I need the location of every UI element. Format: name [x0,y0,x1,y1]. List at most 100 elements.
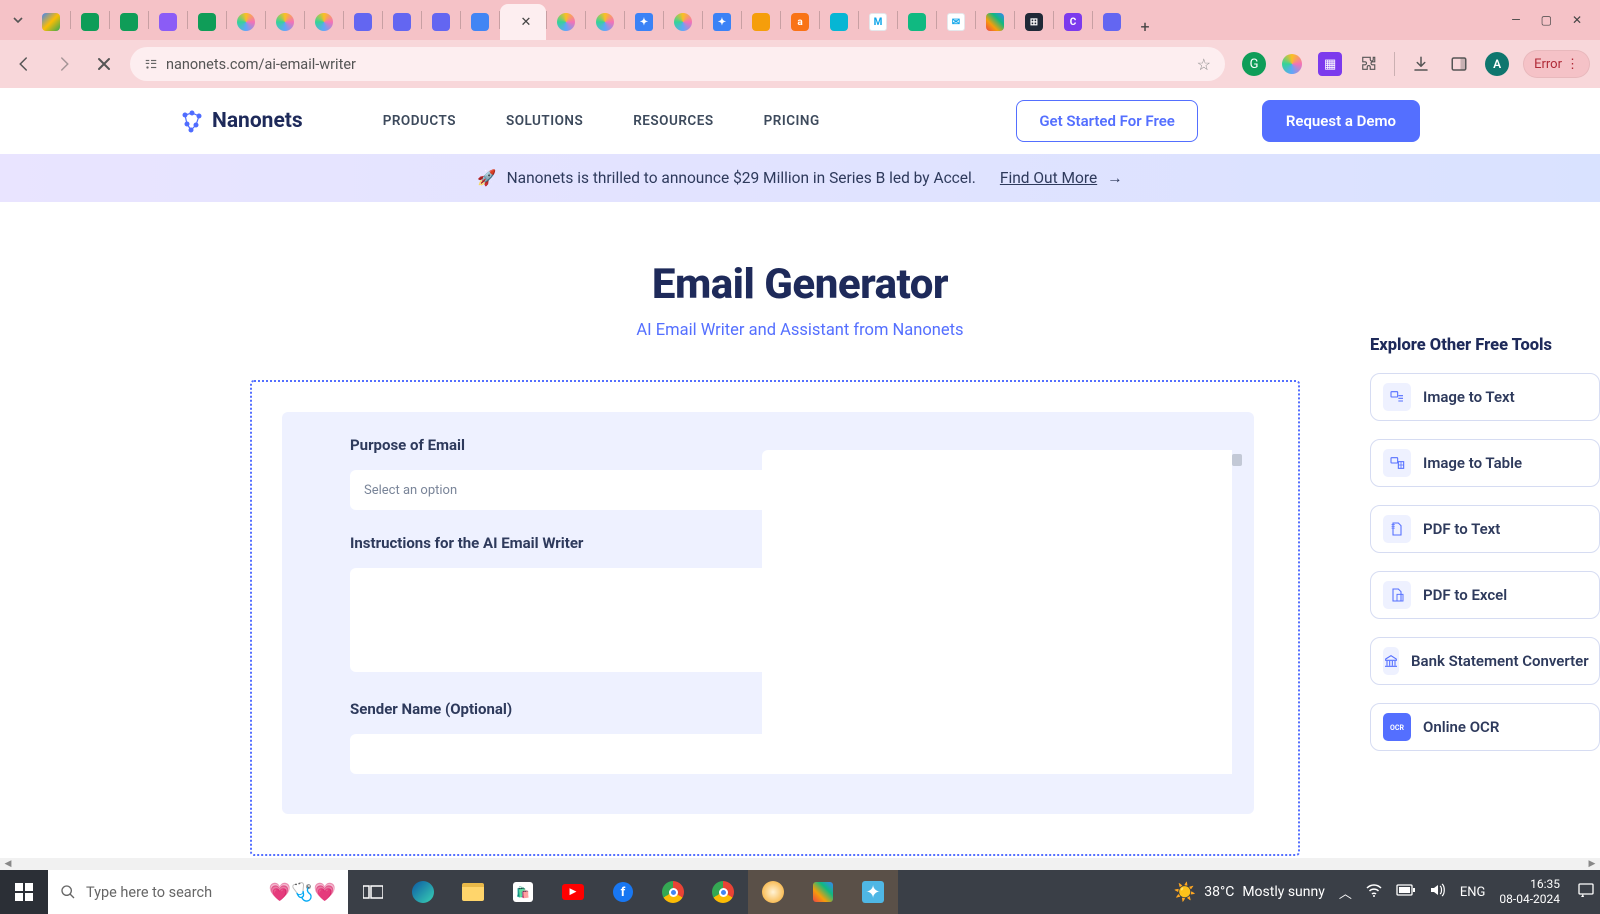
extension-icon[interactable] [1280,52,1304,76]
tab-item[interactable] [110,4,148,40]
tab-item[interactable] [898,4,936,40]
tab-item[interactable] [422,4,460,40]
horizontal-scrollbar[interactable]: ◀ ▶ [0,858,1600,870]
tool-image-to-text[interactable]: Image to Text [1370,373,1600,421]
browser-toolbar: nanonets.com/ai-email-writer ☆ G ▦ A Err… [0,40,1600,88]
request-demo-button[interactable]: Request a Demo [1262,100,1420,142]
tool-pdf-to-excel[interactable]: PDF to Excel [1370,571,1600,619]
nav-forward-button[interactable] [50,50,78,78]
window-close-button[interactable]: ✕ [1572,13,1582,27]
sender-name-input[interactable] [350,734,770,774]
nav-solutions[interactable]: SOLUTIONS [506,113,583,129]
taskbar-app-icon[interactable]: ✦ [848,870,898,914]
tray-volume-icon[interactable] [1430,883,1446,901]
tab-item[interactable] [742,4,780,40]
tray-wifi-icon[interactable] [1366,883,1382,901]
tab-item[interactable] [266,4,304,40]
bookmark-star-icon[interactable]: ☆ [1197,55,1211,74]
weather-sun-icon: ☀️ [1174,882,1196,903]
taskbar-chrome-icon[interactable] [698,870,748,914]
tab-item[interactable]: ✦ [703,4,741,40]
taskbar-edge-icon[interactable] [398,870,448,914]
clock-time: 16:35 [1499,877,1560,892]
tab-item[interactable] [305,4,343,40]
brand-logo[interactable]: Nanonets [180,109,303,133]
scroll-left-icon[interactable]: ◀ [0,858,16,870]
tab-item[interactable] [188,4,226,40]
instructions-textarea[interactable] [350,568,770,672]
kebab-menu-icon[interactable]: ⋮ [1566,57,1579,72]
purpose-select[interactable]: Select an option [350,470,770,510]
tray-battery-icon[interactable] [1396,884,1416,900]
tab-item[interactable] [547,4,585,40]
tool-online-ocr[interactable]: OCR Online OCR [1370,703,1600,751]
tools-heading: Explore Other Free Tools [1370,336,1600,355]
scroll-right-icon[interactable]: ▶ [1584,858,1600,870]
page-viewport[interactable]: Nanonets PRODUCTS SOLUTIONS RESOURCES PR… [0,88,1600,858]
tab-item[interactable] [976,4,1014,40]
tab-item[interactable] [149,4,187,40]
taskbar-app-icon[interactable] [798,870,848,914]
tab-item[interactable] [664,4,702,40]
extensions-puzzle-icon[interactable] [1356,52,1380,76]
tab-item[interactable]: ✉ [937,4,975,40]
taskbar-youtube-icon[interactable]: ▶ [548,870,598,914]
tab-item[interactable] [32,4,70,40]
taskbar-app-icon[interactable] [748,870,798,914]
tabs-overflow-button[interactable] [8,10,28,30]
start-button[interactable] [0,870,48,914]
nav-resources[interactable]: RESOURCES [633,113,713,129]
nav-pricing[interactable]: PRICING [764,113,820,129]
nav-stop-button[interactable] [90,50,118,78]
tab-item[interactable]: ✦ [625,4,663,40]
taskbar-store-icon[interactable]: 🛍️ [498,870,548,914]
tab-item[interactable]: C [1054,4,1092,40]
favicon-sheets-icon [198,13,216,31]
scrollbar-thumb[interactable] [1232,454,1242,466]
tab-item[interactable] [71,4,109,40]
weather-widget[interactable]: ☀️ 38°C Mostly sunny [1174,882,1325,903]
get-started-button[interactable]: Get Started For Free [1016,100,1198,142]
window-minimize-button[interactable]: — [1511,13,1520,27]
tab-item[interactable] [461,4,499,40]
profile-avatar[interactable]: A [1485,52,1509,76]
tray-language[interactable]: ENG [1460,885,1486,900]
extension-grammarly-icon[interactable]: G [1242,52,1266,76]
ocr-icon: OCR [1383,713,1411,741]
pdf-to-excel-icon [1383,581,1411,609]
taskbar-explorer-icon[interactable] [448,870,498,914]
tab-item[interactable] [820,4,858,40]
nav-back-button[interactable] [10,50,38,78]
sidepanel-icon[interactable] [1447,52,1471,76]
nav-products[interactable]: PRODUCTS [383,113,456,129]
tray-notifications-icon[interactable] [1578,882,1594,902]
taskbar-search[interactable]: Type here to search 💗🩺💗 [48,870,348,914]
window-maximize-button[interactable]: ▢ [1541,13,1552,27]
tray-clock[interactable]: 16:35 08-04-2024 [1499,877,1564,907]
downloads-icon[interactable] [1409,52,1433,76]
tab-item[interactable]: ⊞ [1015,4,1053,40]
tab-item[interactable] [227,4,265,40]
taskbar-chrome-icon[interactable] [648,870,698,914]
tray-chevron-icon[interactable]: ︿ [1339,883,1352,902]
tab-item[interactable]: M [859,4,897,40]
taskbar-facebook-icon[interactable]: f [598,870,648,914]
tab-item[interactable] [383,4,421,40]
tab-item[interactable] [344,4,382,40]
tab-item[interactable] [586,4,624,40]
tool-pdf-to-text[interactable]: PDF to Text [1370,505,1600,553]
extension-icon[interactable]: ▦ [1318,52,1342,76]
tool-bank-statement[interactable]: Bank Statement Converter [1370,637,1600,685]
tab-item-active[interactable]: ✕ [500,4,546,40]
task-view-button[interactable] [348,870,398,914]
new-tab-button[interactable]: + [1131,12,1159,40]
tab-close-icon[interactable]: ✕ [521,15,532,30]
tab-item[interactable] [1093,4,1131,40]
banner-link[interactable]: Find Out More [1000,169,1097,187]
tab-item[interactable]: a [781,4,819,40]
tool-image-to-table[interactable]: Image to Table [1370,439,1600,487]
browser-error-chip[interactable]: Error ⋮ [1523,50,1590,78]
address-bar[interactable]: nanonets.com/ai-email-writer ☆ [130,47,1225,81]
favicon-sheets-icon [81,13,99,31]
site-controls-icon[interactable] [144,57,158,71]
